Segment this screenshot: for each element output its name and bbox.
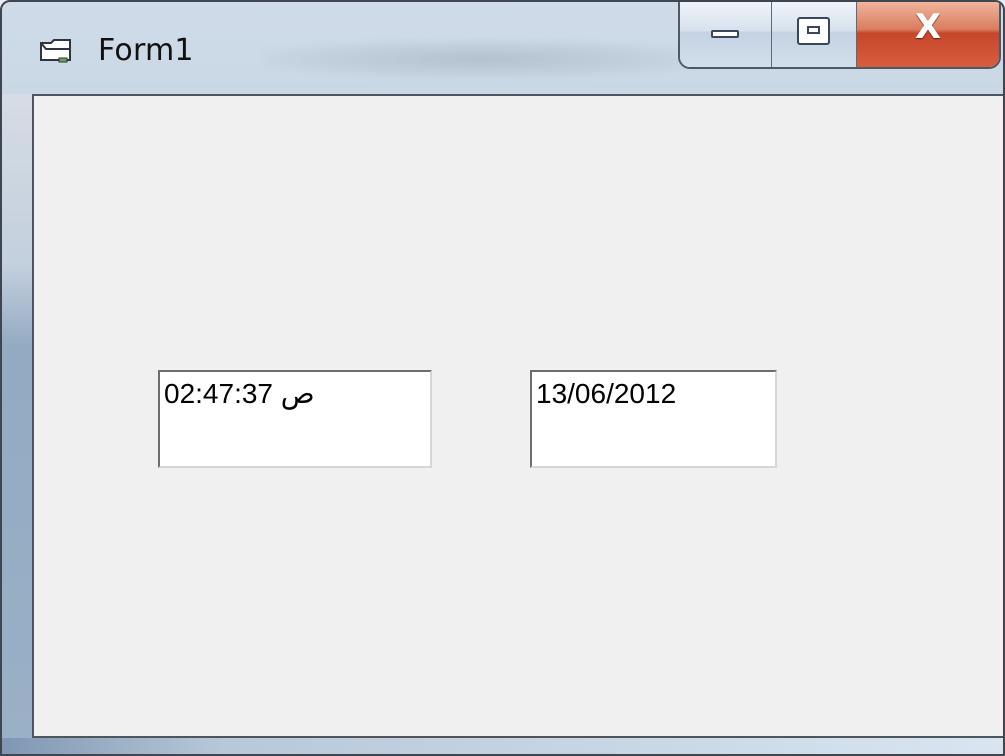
minimize-icon [711, 30, 739, 38]
title-bar[interactable]: Form1 X [2, 2, 1003, 94]
maximize-icon [797, 17, 830, 45]
close-icon: X [914, 7, 942, 47]
time-textbox[interactable]: 02:47:37 ص [158, 370, 432, 468]
form-window: Form1 X 02:47:37 ص 13/06/2012 [0, 0, 1005, 756]
window-caption-buttons: X [678, 2, 1001, 69]
minimize-button[interactable] [680, 2, 772, 67]
form-icon [40, 39, 71, 63]
maximize-button[interactable] [772, 2, 857, 67]
left-window-edge [2, 94, 32, 754]
window-title: Form1 [98, 33, 194, 68]
date-textbox[interactable]: 13/06/2012 [530, 370, 777, 468]
close-button[interactable]: X [857, 2, 999, 67]
bottom-window-edge [2, 738, 1003, 754]
